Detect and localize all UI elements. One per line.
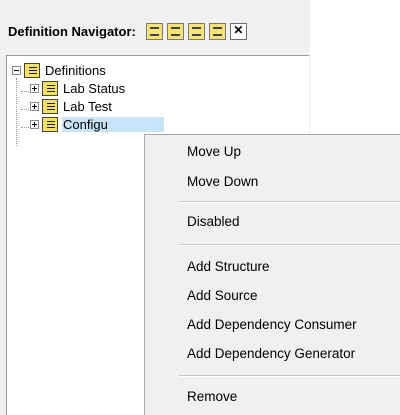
tree-guide-line — [16, 78, 17, 146]
definition-icon — [42, 98, 58, 114]
properties-icon[interactable] — [208, 22, 226, 40]
definitions-folder-icon — [24, 62, 40, 78]
collapse-icon[interactable] — [187, 22, 205, 40]
expand-node-icon[interactable] — [30, 83, 39, 93]
tree-node-label: Configu — [62, 116, 164, 132]
tree-node-label: Lab Test — [63, 98, 112, 114]
menu-separator — [179, 244, 400, 246]
menu-item-add-source[interactable]: Add Source — [187, 288, 258, 303]
navigator-header: Definition Navigator: — [4, 16, 307, 46]
definition-icon — [42, 80, 58, 96]
definition-icon — [42, 116, 58, 132]
menu-item-add-structure[interactable]: Add Structure — [187, 259, 270, 274]
menu-separator — [179, 375, 400, 377]
tree-node-definitions[interactable]: Definitions — [12, 61, 107, 79]
expand-node-icon[interactable] — [30, 119, 39, 129]
tree-node-lab-status[interactable]: Lab Status — [30, 79, 126, 97]
menu-item-disabled[interactable]: Disabled — [187, 214, 240, 229]
menu-item-remove[interactable]: Remove — [187, 389, 237, 404]
tree-node-configuration[interactable]: Configu — [30, 115, 164, 133]
menu-item-move-down[interactable]: Move Down — [187, 174, 258, 189]
tree-node-label: Lab Status — [63, 80, 126, 96]
close-icon[interactable] — [229, 22, 247, 40]
context-menu: Move Up Move Down Disabled Add Structure… — [144, 134, 400, 415]
navigator-title: Definition Navigator: — [8, 23, 136, 39]
new-definition-icon[interactable] — [145, 22, 163, 40]
tree-node-lab-test[interactable]: Lab Test — [30, 97, 113, 115]
navigator-toolbar — [145, 22, 247, 40]
tree-node-label: Definitions — [45, 62, 106, 78]
menu-item-move-up[interactable]: Move Up — [187, 144, 241, 159]
expand-icon[interactable] — [166, 22, 184, 40]
collapse-node-icon[interactable] — [12, 65, 21, 75]
menu-item-add-dependency-consumer[interactable]: Add Dependency Consumer — [187, 317, 357, 332]
menu-item-add-dependency-generator[interactable]: Add Dependency Generator — [187, 346, 355, 361]
menu-separator — [179, 201, 400, 203]
expand-node-icon[interactable] — [30, 101, 39, 111]
